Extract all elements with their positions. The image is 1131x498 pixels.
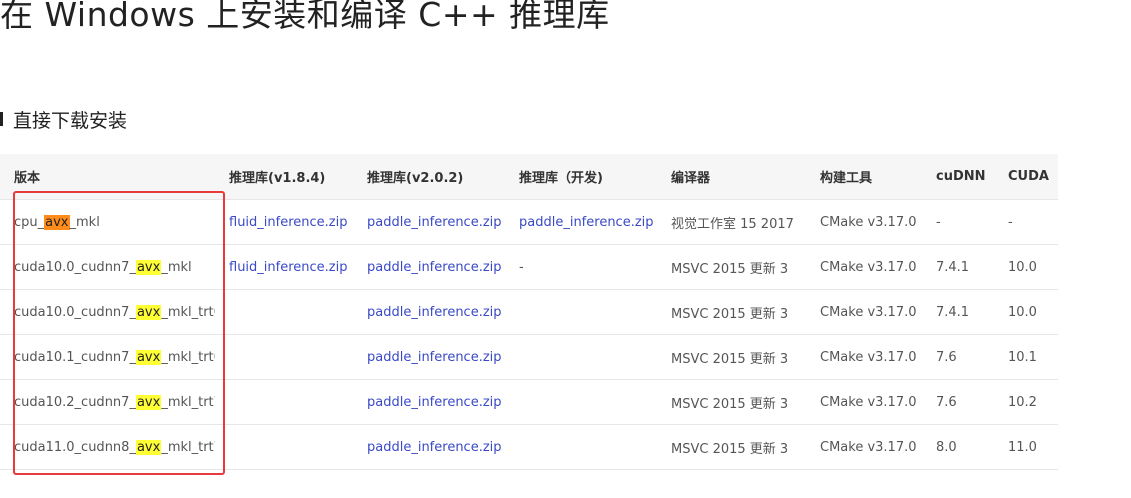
compiler-cell: MSVC 2015 更新 3 [657, 334, 806, 380]
cuda-cell: - [994, 199, 1058, 245]
build-tool-cell: CMake v3.17.0 [806, 199, 922, 245]
version-cell: cuda10.2_cudnn7_avx_mkl_trt7 [0, 379, 215, 425]
lib-dev-cell [505, 289, 657, 335]
table-row: cuda11.0_cudnn8_avx_mkl_trt7 paddle_infer… [0, 424, 1058, 470]
compiler-cell: MSVC 2015 更新 3 [657, 289, 806, 335]
table-body: cpu_avx_mkl fluid_inference.zip paddle_inf… [0, 199, 1058, 470]
download-table-container: 版本 推理库(v1.8.4) 推理库(v2.0.2) 推理库（开发) 编译器 构… [0, 154, 1058, 470]
download-link[interactable]: fluid_inference.zip [229, 215, 347, 230]
version-suffix: _mkl_trt6 [161, 349, 215, 365]
lib-v202-cell: paddle_inference.zip [353, 244, 505, 290]
version-suffix: _mkl [69, 214, 100, 230]
table-row: cpu_avx_mkl fluid_inference.zip paddle_inf… [0, 199, 1058, 245]
lib-v202-cell: paddle_inference.zip [353, 379, 505, 425]
lib-dev-cell: paddle_inference.zip [505, 199, 657, 245]
version-suffix: _mkl [161, 259, 192, 275]
table-row: cuda10.2_cudnn7_avx_mkl_trt7 paddle_infer… [0, 379, 1058, 425]
cuda-cell: 10.0 [994, 289, 1058, 335]
header-lib-dev: 推理库（开发) [505, 154, 657, 200]
section-heading-text: 直接下载安装 [13, 109, 128, 132]
avx-highlight: avx [135, 259, 162, 275]
page-title: 在 Windows 上安装和编译 C++ 推理库 [0, 0, 610, 34]
version-cell: cuda10.1_cudnn7_avx_mkl_trt6 [0, 334, 215, 380]
build-tool-cell: CMake v3.17.0 [806, 244, 922, 290]
header-compiler: 编译器 [657, 154, 806, 200]
avx-highlight: avx [135, 394, 162, 410]
cudnn-cell: - [922, 199, 994, 245]
cuda-cell: 10.1 [994, 334, 1058, 380]
download-link[interactable]: fluid_inference.zip [229, 260, 347, 275]
header-cuda: CUDA [994, 154, 1058, 200]
version-cell: cuda10.0_cudnn7_avx_mkl [0, 244, 215, 290]
version-prefix: cuda10.0_cudnn7_ [14, 304, 136, 320]
lib-v202-cell: paddle_inference.zip [353, 334, 505, 380]
cudnn-cell: 8.0 [922, 424, 994, 470]
cudnn-cell: 7.6 [922, 334, 994, 380]
build-tool-cell: CMake v3.17.0 [806, 379, 922, 425]
table-row: cuda10.0_cudnn7_avx_mkl fluid_inference.z… [0, 244, 1058, 290]
download-link[interactable]: paddle_inference.zip [367, 260, 502, 275]
version-prefix: cuda10.2_cudnn7_ [14, 394, 136, 410]
lib-dev-cell: - [505, 244, 657, 290]
download-link[interactable]: paddle_inference.zip [367, 215, 502, 230]
lib-v184-cell: fluid_inference.zip [215, 244, 353, 290]
header-lib-v184: 推理库(v1.8.4) [215, 154, 353, 200]
download-link[interactable]: paddle_inference.zip [367, 350, 502, 365]
section-bar [0, 112, 3, 126]
lib-dev-cell [505, 334, 657, 380]
header-version: 版本 [0, 154, 215, 200]
table-row: cuda10.0_cudnn7_avx_mkl_trt6 paddle_infer… [0, 289, 1058, 335]
compiler-cell: MSVC 2015 更新 3 [657, 379, 806, 425]
lib-v184-cell [215, 424, 353, 470]
avx-highlight: avx [44, 214, 70, 230]
header-cudnn: cuDNN [922, 154, 994, 200]
table-header-row: 版本 推理库(v1.8.4) 推理库(v2.0.2) 推理库（开发) 编译器 构… [0, 154, 1058, 200]
build-tool-cell: CMake v3.17.0 [806, 289, 922, 335]
download-link[interactable]: paddle_inference.zip [367, 395, 502, 410]
avx-highlight: avx [135, 349, 162, 365]
build-tool-cell: CMake v3.17.0 [806, 334, 922, 380]
version-cell: cpu_avx_mkl [0, 199, 215, 245]
compiler-cell: 视觉工作室 15 2017 [657, 199, 806, 245]
lib-v184-cell [215, 289, 353, 335]
download-link[interactable]: paddle_inference.zip [519, 215, 654, 230]
lib-v184-cell [215, 334, 353, 380]
compiler-cell: MSVC 2015 更新 3 [657, 424, 806, 470]
avx-highlight: avx [135, 439, 162, 455]
cuda-cell: 10.0 [994, 244, 1058, 290]
lib-v184-cell: fluid_inference.zip [215, 199, 353, 245]
version-suffix: _mkl_trt7 [161, 439, 215, 455]
download-link[interactable]: paddle_inference.zip [367, 305, 502, 320]
lib-v184-cell [215, 379, 353, 425]
lib-v202-cell: paddle_inference.zip [353, 424, 505, 470]
cuda-cell: 11.0 [994, 424, 1058, 470]
version-cell: cuda11.0_cudnn8_avx_mkl_trt7 [0, 424, 215, 470]
version-prefix: cuda10.1_cudnn7_ [14, 349, 136, 365]
lib-v202-cell: paddle_inference.zip [353, 199, 505, 245]
version-suffix: _mkl_trt7 [161, 394, 215, 410]
cuda-cell: 10.2 [994, 379, 1058, 425]
compiler-cell: MSVC 2015 更新 3 [657, 244, 806, 290]
section-heading: 直接下载安装 [0, 106, 127, 132]
avx-highlight: avx [135, 304, 162, 320]
version-suffix: _mkl_trt6 [161, 304, 215, 320]
cudnn-cell: 7.6 [922, 379, 994, 425]
header-build-tool: 构建工具 [806, 154, 922, 200]
version-prefix: cuda11.0_cudnn8_ [14, 439, 136, 455]
lib-dev-cell [505, 424, 657, 470]
version-prefix: cuda10.0_cudnn7_ [14, 259, 136, 275]
download-table: 版本 推理库(v1.8.4) 推理库(v2.0.2) 推理库（开发) 编译器 构… [0, 154, 1058, 470]
lib-dev-cell [505, 379, 657, 425]
download-link[interactable]: paddle_inference.zip [367, 440, 502, 455]
table-row: cuda10.1_cudnn7_avx_mkl_trt6 paddle_infer… [0, 334, 1058, 380]
version-prefix: cpu_ [14, 214, 45, 230]
build-tool-cell: CMake v3.17.0 [806, 424, 922, 470]
cudnn-cell: 7.4.1 [922, 289, 994, 335]
cudnn-cell: 7.4.1 [922, 244, 994, 290]
version-cell: cuda10.0_cudnn7_avx_mkl_trt6 [0, 289, 215, 335]
lib-v202-cell: paddle_inference.zip [353, 289, 505, 335]
header-lib-v202: 推理库(v2.0.2) [353, 154, 505, 200]
